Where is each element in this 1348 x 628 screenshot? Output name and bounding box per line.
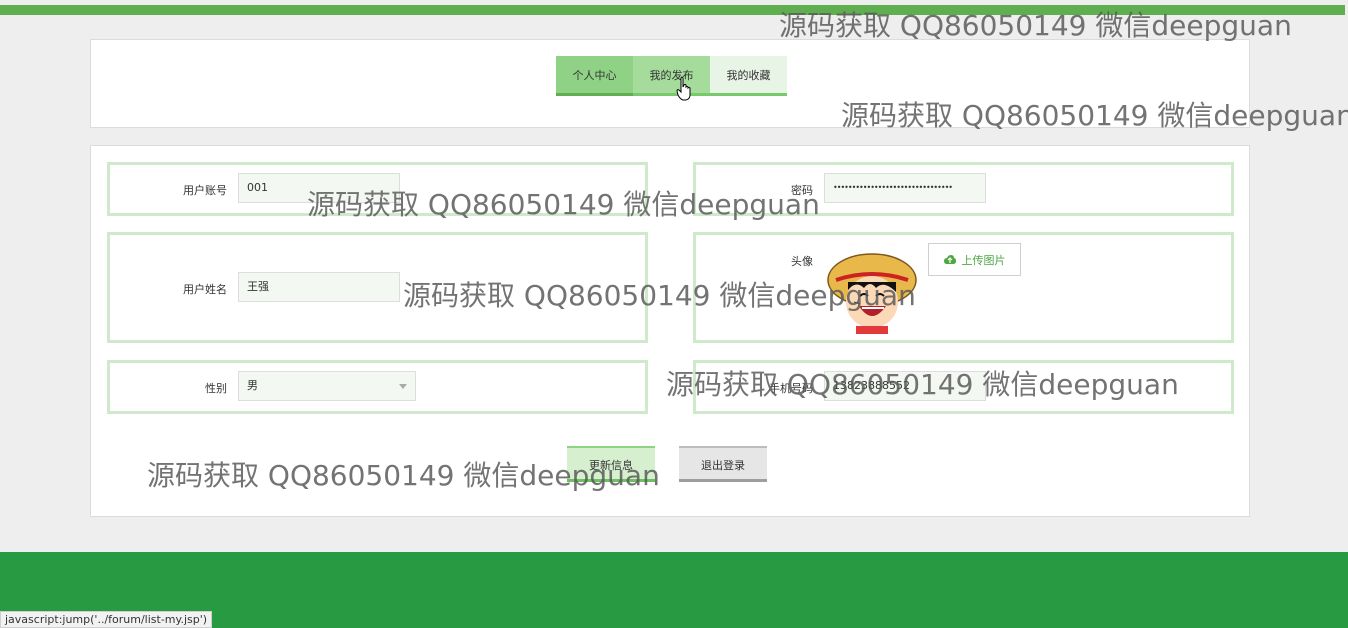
tab-my-posts[interactable]: 我的发布	[633, 56, 710, 96]
gender-value: 男	[247, 379, 258, 392]
upload-image-label: 上传图片	[961, 253, 1006, 267]
logout-button[interactable]: 退出登录	[679, 446, 767, 482]
password-input[interactable]: ••••••••••••••••••••••••••••••••	[824, 173, 986, 203]
avatar-image	[827, 253, 917, 334]
cloud-upload-icon	[943, 254, 956, 264]
gender-label: 性别	[205, 382, 227, 395]
gender-select[interactable]: 男	[238, 371, 416, 401]
top-accent-bar	[0, 5, 1345, 15]
name-label: 用户姓名	[183, 283, 227, 296]
tab-my-favorites[interactable]: 我的收藏	[710, 56, 787, 96]
hand-cursor-icon	[676, 76, 691, 101]
profile-tabs: 个人中心 我的发布 我的收藏	[556, 56, 787, 96]
tabs-panel: 个人中心 我的发布 我的收藏	[90, 39, 1250, 128]
update-info-button[interactable]: 更新信息	[567, 446, 655, 482]
phone-input[interactable]: 13823888552	[824, 371, 986, 401]
password-label: 密码	[791, 184, 813, 197]
name-input[interactable]: 王强	[238, 272, 400, 302]
account-input[interactable]: 001	[238, 173, 400, 203]
phone-label: 手机号码	[769, 382, 813, 395]
browser-status-bar: javascript:jump('../forum/list-my.jsp')	[0, 611, 213, 628]
upload-image-button[interactable]: 上传图片	[928, 243, 1021, 276]
chevron-down-icon	[399, 384, 407, 389]
avatar-label: 头像	[791, 255, 813, 268]
tab-personal-center[interactable]: 个人中心	[556, 56, 633, 96]
account-label: 用户账号	[183, 184, 227, 197]
